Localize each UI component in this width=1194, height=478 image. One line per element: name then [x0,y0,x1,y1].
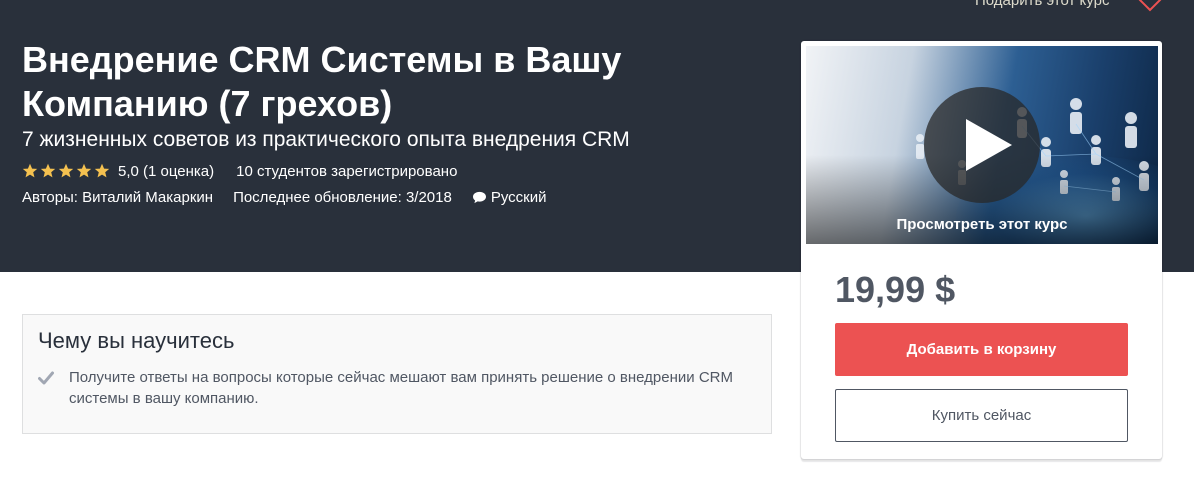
course-language: Русский [472,189,547,206]
preview-course-label[interactable]: Просмотреть этот курс [806,216,1158,233]
star-icon [76,163,92,178]
star-icon [22,163,38,178]
learn-title: Чему вы научитесь [38,328,235,353]
students-count: 10 студентов зарегистрировано [236,162,458,180]
heart-icon[interactable] [1136,0,1164,14]
gift-course-link[interactable]: Подарить этот курс [975,0,1109,9]
language-label: Русский [490,188,547,206]
star-icon [58,163,74,178]
course-meta-row: Авторы: Виталий Макаркин Последнее обнов… [22,187,547,207]
what-you-will-learn: Чему вы научитесь Получите ответы на воп… [22,314,772,434]
rating-stars [22,163,110,179]
course-price: 19,99 $ [835,269,956,310]
play-button[interactable] [924,87,1040,203]
star-icon [94,163,110,178]
course-authors[interactable]: Авторы: Виталий Макаркин [22,189,213,206]
star-icon [40,163,56,178]
rating-row: 5,0 (1 оценка) 10 студентов зарегистриро… [22,161,457,181]
rating-value[interactable]: 5,0 (1 оценка) [118,163,214,180]
check-icon [38,371,54,385]
course-title: Внедрение CRM Системы в Вашу Компанию (7… [22,39,622,124]
speech-bubble-icon [472,191,486,203]
last-updated: Последнее обновление: 3/2018 [233,188,452,206]
learn-item-text: Получите ответы на вопросы которые сейча… [69,369,733,407]
course-subtitle: 7 жизненных советов из практического опы… [22,128,630,151]
list-item: Получите ответы на вопросы которые сейча… [38,367,758,409]
buy-now-button[interactable]: Купить сейчас [835,389,1128,442]
add-to-cart-button[interactable]: Добавить в корзину [835,323,1128,376]
purchase-card: Просмотреть этот курс 19,99 $ Добавить в… [801,41,1162,459]
course-preview[interactable]: Просмотреть этот курс [806,46,1158,244]
play-icon [966,119,1012,171]
